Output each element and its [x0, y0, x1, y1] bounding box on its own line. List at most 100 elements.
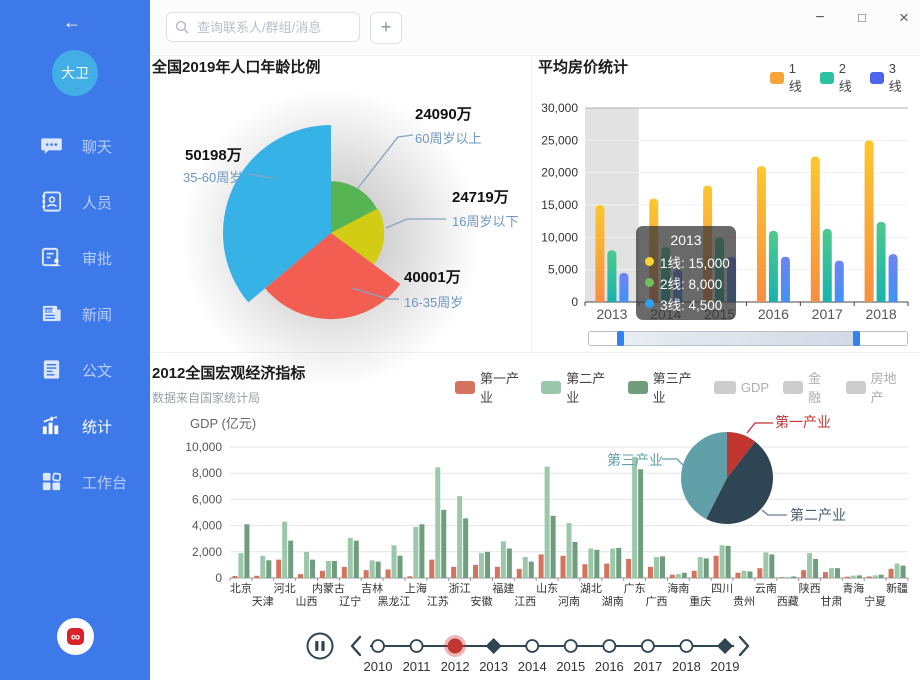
bar-第三产业-陕西[interactable]	[813, 559, 818, 578]
bar-第一产业-西藏[interactable]	[779, 577, 784, 578]
bar-第三产业-黑龙江[interactable]	[398, 556, 403, 578]
timeline-node-2016[interactable]	[603, 640, 615, 652]
sidebar-item-stats[interactable]: 统计	[0, 398, 150, 454]
bar-第一产业-贵州[interactable]	[735, 573, 740, 578]
bar-2线-2016[interactable]	[769, 231, 778, 302]
bar-第一产业-重庆[interactable]	[692, 571, 697, 578]
bar-第一产业-浙江[interactable]	[451, 567, 456, 578]
avatar[interactable]: 大卫	[52, 50, 98, 96]
bar-第一产业-吉林[interactable]	[364, 570, 369, 578]
bar-第一产业-辽宁[interactable]	[342, 567, 347, 578]
bar-第三产业-江西[interactable]	[529, 562, 534, 578]
bar-2线-2017[interactable]	[823, 229, 832, 302]
timeline-year-label[interactable]: 2012	[441, 659, 470, 674]
sidebar-item-chat[interactable]: 聊天	[0, 118, 150, 174]
bar-第三产业-湖北[interactable]	[594, 550, 599, 578]
bar-第三产业-山西[interactable]	[310, 560, 315, 578]
sidebar-item-approval[interactable]: 审批	[0, 230, 150, 286]
bar-第一产业-湖南[interactable]	[604, 564, 609, 578]
bar-第一产业-北京[interactable]	[232, 576, 237, 578]
bar-第一产业-安徽[interactable]	[473, 565, 478, 578]
bar-第二产业-陕西[interactable]	[807, 553, 812, 578]
bar-第三产业-四川[interactable]	[726, 546, 731, 578]
bar-第三产业-北京[interactable]	[244, 524, 249, 578]
legend-item-GDP[interactable]: GDP	[714, 380, 769, 395]
bar-第二产业-甘肃[interactable]	[829, 568, 834, 578]
bar-第一产业-新疆[interactable]	[889, 569, 894, 578]
bar-第三产业-青海[interactable]	[857, 575, 862, 578]
timeline-year-label[interactable]: 2013	[479, 659, 508, 674]
datazoom-slider[interactable]	[588, 331, 908, 346]
bar-第三产业-河南[interactable]	[573, 542, 578, 578]
bar-3线-2016[interactable]	[781, 257, 790, 302]
bar-第二产业-吉林[interactable]	[370, 560, 375, 578]
bar-第二产业-河南[interactable]	[567, 523, 572, 578]
timeline[interactable]: 2010201120122013201420152016201720182019	[300, 622, 770, 676]
bar-第二产业-山西[interactable]	[304, 552, 309, 578]
bar-第三产业-天津[interactable]	[266, 560, 271, 578]
timeline-year-label[interactable]: 2015	[556, 659, 585, 674]
timeline-next-button[interactable]	[740, 637, 748, 655]
bar-第三产业-安徽[interactable]	[485, 552, 490, 578]
bar-第三产业-湖南[interactable]	[616, 548, 621, 578]
timeline-node-2010[interactable]	[372, 640, 384, 652]
timeline-node-2015[interactable]	[565, 640, 577, 652]
bar-第一产业-宁夏[interactable]	[867, 576, 872, 578]
bar-1线-2016[interactable]	[757, 166, 766, 302]
window-maximize-button[interactable]: □	[850, 6, 874, 30]
bar-第一产业-天津[interactable]	[254, 576, 259, 578]
window-close-button[interactable]: ×	[892, 6, 916, 30]
bar-第二产业-黑龙江[interactable]	[392, 545, 397, 578]
bar-第三产业-山东[interactable]	[551, 516, 556, 578]
timeline-year-label[interactable]: 2011	[403, 659, 431, 674]
bar-第三产业-重庆[interactable]	[704, 558, 709, 578]
bar-第一产业-湖北[interactable]	[582, 564, 587, 578]
bar-第二产业-辽宁[interactable]	[348, 538, 353, 578]
bar-第三产业-江苏[interactable]	[441, 510, 446, 578]
bar-第二产业-四川[interactable]	[720, 545, 725, 578]
bar-第一产业-福建[interactable]	[495, 567, 500, 578]
bar-第二产业-福建[interactable]	[501, 541, 506, 578]
bar-第一产业-广西[interactable]	[648, 567, 653, 578]
bar-第二产业-云南[interactable]	[763, 552, 768, 578]
pause-button[interactable]	[308, 634, 333, 659]
bar-1线-2013[interactable]	[595, 205, 604, 302]
bar-第二产业-内蒙古[interactable]	[326, 561, 331, 578]
bar-第一产业-山西[interactable]	[298, 574, 303, 578]
timeline-year-label[interactable]: 2014	[518, 659, 547, 674]
bar-第二产业-贵州[interactable]	[741, 571, 746, 578]
bar-第二产业-重庆[interactable]	[698, 557, 703, 578]
datazoom-left-handle[interactable]	[617, 331, 624, 346]
bar-第三产业-上海[interactable]	[419, 524, 424, 578]
timeline-year-label[interactable]: 2010	[364, 659, 393, 674]
window-minimize-button[interactable]: −	[808, 6, 832, 30]
bar-第三产业-西藏[interactable]	[791, 576, 796, 578]
bar-第一产业-甘肃[interactable]	[823, 572, 828, 578]
bar-第二产业-安徽[interactable]	[479, 553, 484, 578]
bar-第二产业-上海[interactable]	[413, 527, 418, 578]
bar-第二产业-湖北[interactable]	[588, 549, 593, 578]
timeline-node-2018[interactable]	[680, 640, 692, 652]
bar-第三产业-内蒙古[interactable]	[332, 561, 337, 578]
bar-第一产业-河南[interactable]	[561, 556, 566, 578]
datazoom-right-handle[interactable]	[853, 331, 860, 346]
bar-第一产业-内蒙古[interactable]	[320, 571, 325, 578]
add-button[interactable]: +	[370, 12, 402, 44]
bar-2线-2013[interactable]	[607, 250, 616, 302]
bar-第二产业-宁夏[interactable]	[873, 575, 878, 578]
bar-第三产业-宁夏[interactable]	[879, 575, 884, 578]
sidebar-item-news[interactable]: NEW新闻	[0, 286, 150, 342]
bar-第三产业-海南[interactable]	[682, 573, 687, 578]
bar-1线-2017[interactable]	[811, 157, 820, 303]
bar-第三产业-浙江[interactable]	[463, 518, 468, 578]
bar-2线-2018[interactable]	[877, 222, 886, 302]
back-button[interactable]: ←	[63, 12, 81, 33]
timeline-node-2017[interactable]	[642, 640, 654, 652]
bar-第一产业-广东[interactable]	[626, 559, 631, 578]
bar-第二产业-江西[interactable]	[523, 557, 528, 578]
bar-第三产业-河北[interactable]	[288, 541, 293, 578]
bar-第二产业-西藏[interactable]	[785, 577, 790, 578]
bar-第一产业-黑龙江[interactable]	[386, 569, 391, 578]
timeline-node-2012[interactable]	[448, 639, 463, 654]
timeline-node-2011[interactable]	[411, 640, 423, 652]
